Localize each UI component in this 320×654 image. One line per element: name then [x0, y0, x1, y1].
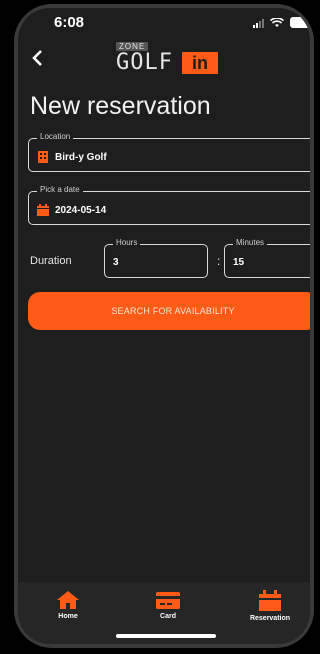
battery-icon	[290, 17, 310, 28]
search-availability-button[interactable]: SEARCH FOR AVAILABILITY	[28, 292, 310, 330]
tab-card-label: Card	[160, 613, 176, 620]
page-title: New reservation	[30, 92, 211, 120]
date-field-label: Pick a date	[37, 185, 83, 194]
app-screen: 6:08 ZONE GOLF in New reservation Locati…	[18, 8, 310, 644]
status-time: 6:08	[54, 14, 85, 31]
location-field-label: Location	[37, 132, 74, 141]
minutes-value: 15	[233, 257, 245, 268]
tab-reservation[interactable]: Reservation	[240, 590, 300, 622]
status-bar: 6:08	[18, 8, 310, 38]
wifi-icon	[270, 17, 284, 27]
tab-home-label: Home	[58, 613, 78, 620]
calendar-icon	[37, 204, 49, 216]
logo-golf-text: GOLF	[116, 50, 173, 75]
hours-field-label: Hours	[113, 238, 141, 247]
time-separator: :	[217, 254, 221, 268]
building-icon	[38, 151, 48, 163]
date-field[interactable]: Pick a date 2024-05-14	[28, 185, 310, 225]
card-icon	[156, 592, 180, 609]
back-arrow-icon[interactable]	[26, 46, 50, 70]
duration-label: Duration	[30, 255, 72, 267]
location-value: Bird-y Golf	[55, 151, 107, 163]
calendar-icon	[259, 590, 281, 611]
date-value: 2024-05-14	[55, 204, 107, 216]
status-icons	[253, 17, 310, 28]
minutes-field[interactable]: Minutes 15	[224, 238, 310, 278]
home-icon	[57, 591, 79, 609]
tab-reservation-label: Reservation	[249, 615, 291, 622]
minutes-field-label: Minutes	[233, 238, 268, 247]
hours-value: 3	[113, 257, 119, 268]
tab-card[interactable]: Card	[138, 590, 198, 620]
location-field[interactable]: Location Bird-y Golf	[28, 132, 310, 172]
hours-field[interactable]: Hours 3	[104, 238, 208, 278]
zone-golfin-logo: ZONE GOLF in	[116, 42, 220, 76]
tab-home[interactable]: Home	[38, 590, 98, 620]
home-indicator	[116, 634, 216, 638]
signal-icon	[253, 18, 264, 28]
logo-in-text: in	[182, 52, 218, 74]
